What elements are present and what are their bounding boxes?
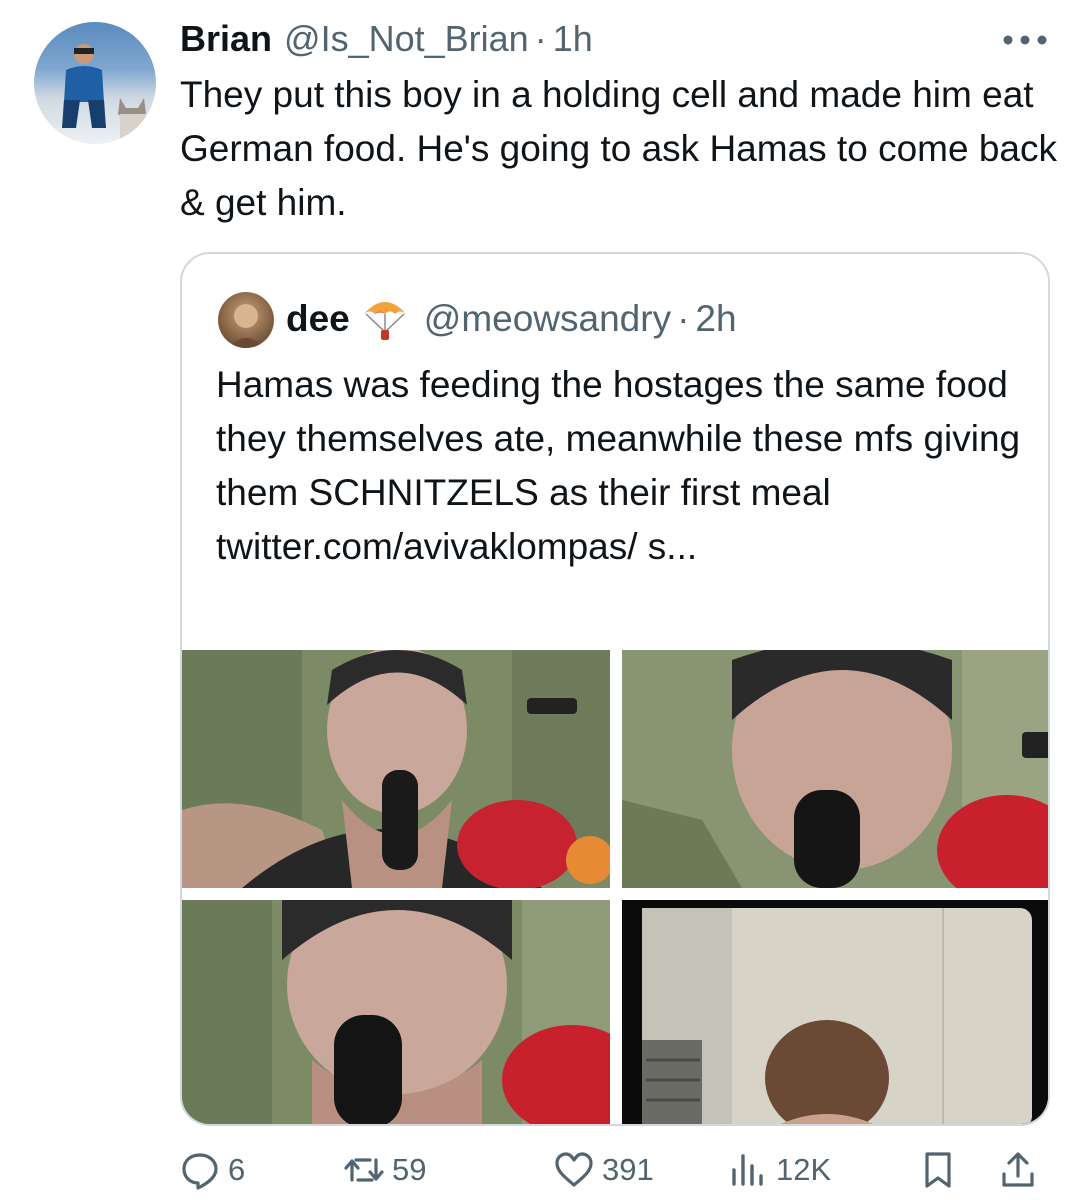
quoted-tweet-header: dee @meowsandry · 2h (286, 294, 737, 344)
like-button[interactable]: 391 (554, 1140, 654, 1200)
retweet-icon (344, 1158, 384, 1182)
quoted-author-handle[interactable]: @meowsandry (424, 298, 671, 340)
views-button[interactable]: 12K (728, 1140, 831, 1200)
reply-icon (182, 1153, 218, 1190)
tweet-text: They put this boy in a holding cell and … (180, 74, 1057, 223)
heart-icon (555, 1152, 593, 1187)
share-button[interactable] (998, 1140, 1038, 1200)
bookmark-button[interactable] (918, 1140, 958, 1200)
media-image-3[interactable] (182, 900, 610, 1124)
views-count: 12K (776, 1152, 832, 1187)
like-count: 391 (602, 1152, 654, 1187)
more-options-icon[interactable] (1002, 34, 1048, 46)
views-chart-icon (732, 1154, 763, 1186)
reply-count: 6 (228, 1152, 246, 1187)
author-avatar[interactable] (34, 22, 156, 144)
tweet-header: Brian @Is_Not_Brian · 1h (180, 18, 593, 62)
share-icon (1002, 1152, 1034, 1187)
tweet[interactable]: Brian @Is_Not_Brian · 1h They put this b… (0, 0, 1082, 1200)
quoted-tweet-timestamp[interactable]: 2h (695, 298, 736, 340)
avatar-person-figure (62, 44, 106, 128)
media-image-2[interactable] (622, 650, 1048, 888)
tweet-actions: 6 59 391 12K (180, 1140, 1060, 1200)
media-grid (182, 650, 1048, 1124)
header-separator: · (534, 18, 547, 59)
quoted-author-name[interactable]: dee (286, 298, 350, 340)
retweet-count: 59 (392, 1152, 427, 1187)
quoted-header-separator: · (677, 298, 690, 339)
author-handle[interactable]: @Is_Not_Brian (284, 18, 529, 60)
media-image-4[interactable] (622, 900, 1048, 1124)
avatar-dog-figure (118, 98, 146, 142)
quoted-tweet-text: Hamas was feeding the hostages the same … (216, 364, 1021, 567)
author-name[interactable]: Brian (180, 18, 272, 60)
tweet-timestamp[interactable]: 1h (553, 18, 593, 60)
reply-button[interactable]: 6 (180, 1140, 245, 1200)
media-image-1[interactable] (182, 650, 610, 888)
quoted-tweet[interactable]: dee @meowsandry · 2h Hamas was feeding t… (180, 252, 1050, 1126)
parachute-icon (363, 302, 406, 340)
quoted-author-avatar[interactable] (218, 292, 274, 348)
bookmark-icon (925, 1152, 951, 1188)
retweet-button[interactable]: 59 (344, 1140, 426, 1200)
